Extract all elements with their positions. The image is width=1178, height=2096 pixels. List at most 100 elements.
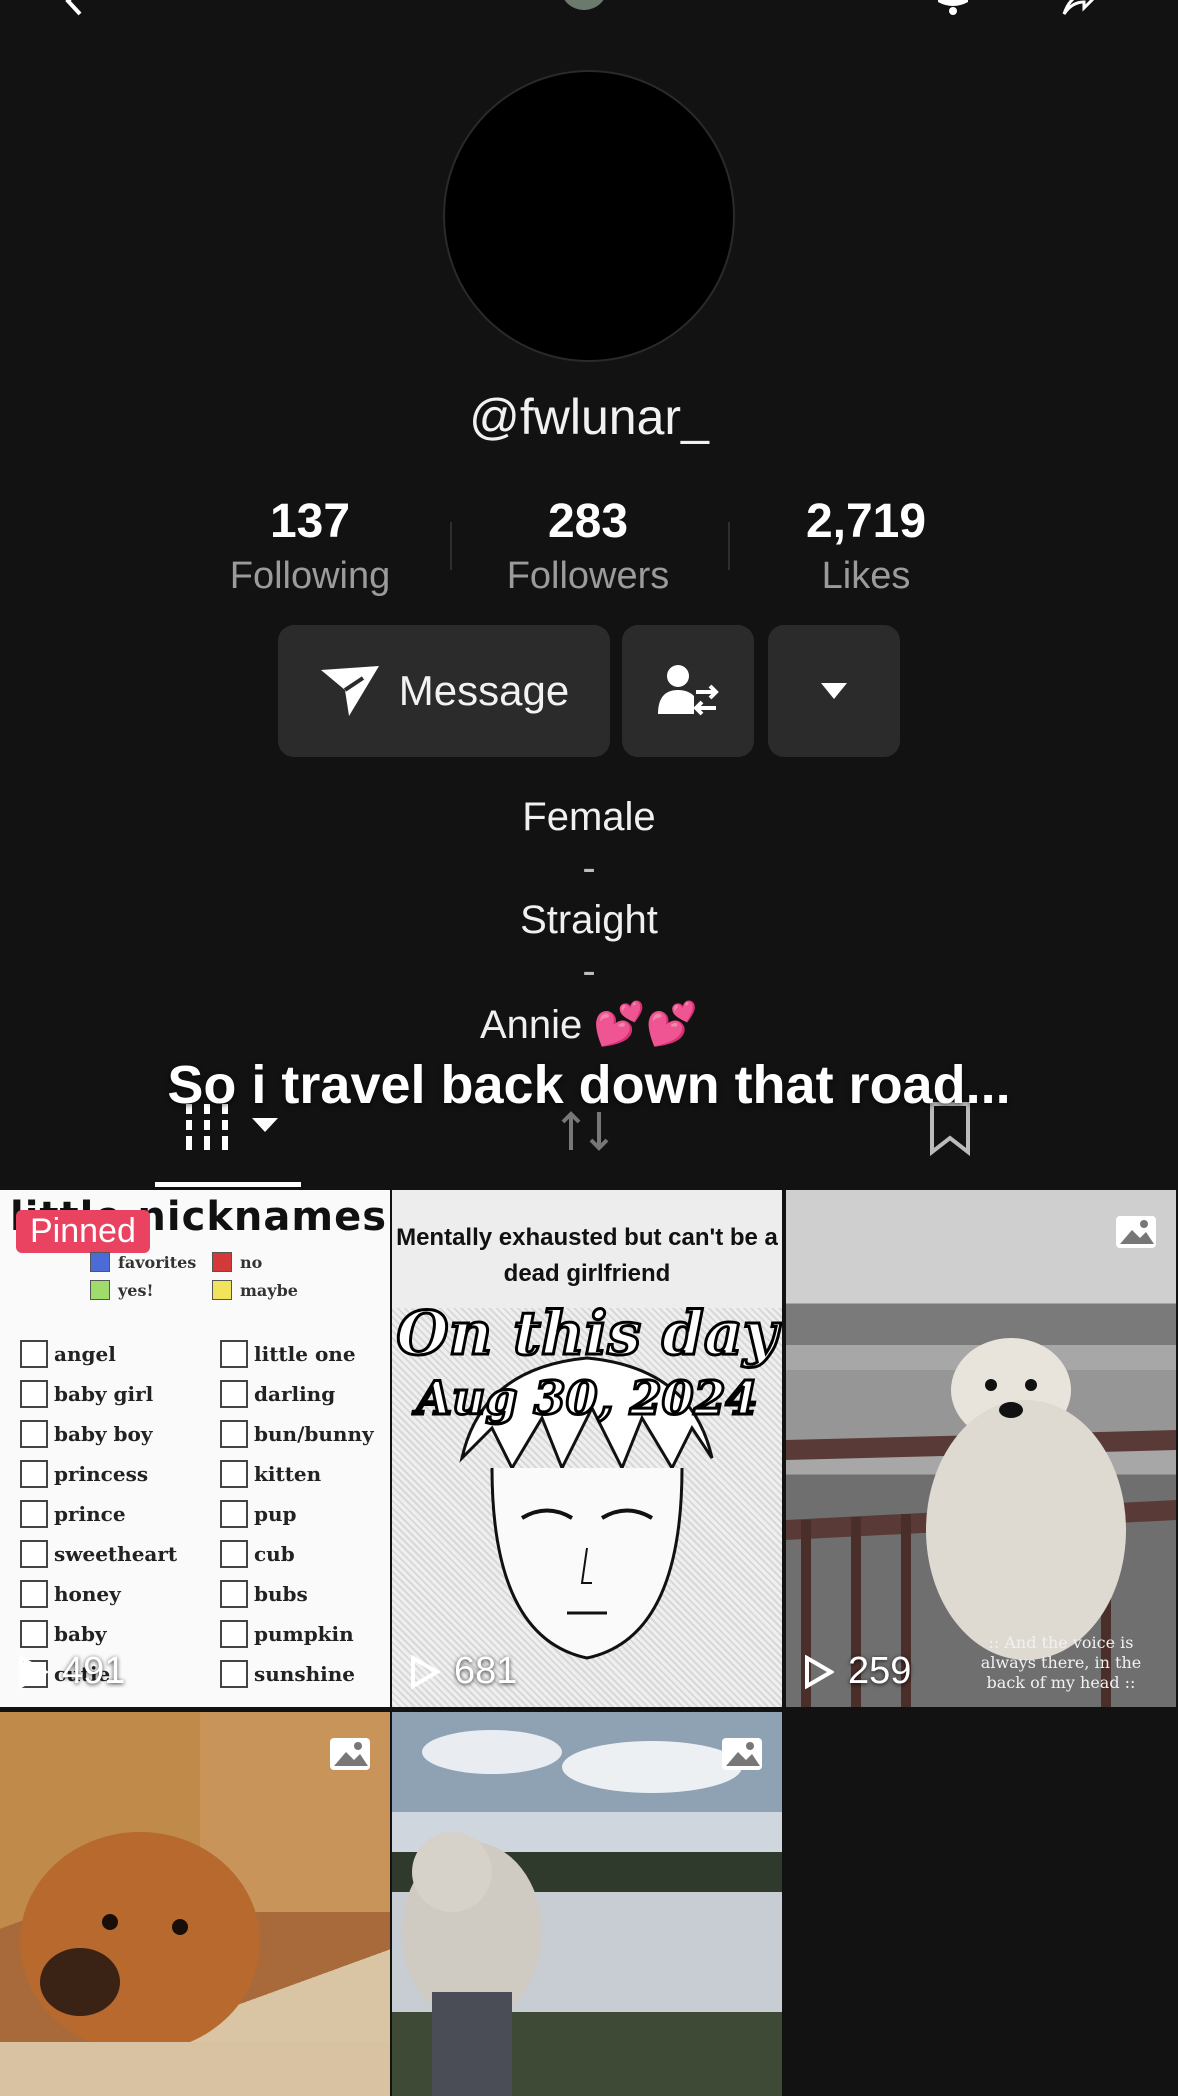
video-tile[interactable]: :: And the voice is always there, in the… [786, 1190, 1176, 1707]
checkbox [220, 1580, 248, 1608]
follow-swap-icon [658, 665, 719, 716]
checkbox [20, 1580, 48, 1608]
stat-divider [728, 522, 730, 570]
stat-likes[interactable]: 2,719 Likes [746, 492, 986, 600]
bio-separator: - [582, 846, 596, 890]
checkbox [20, 1380, 48, 1408]
legend-label: no [240, 1252, 263, 1272]
hearts-emoji: 💕💕 [593, 1000, 699, 1047]
checkbox [20, 1500, 48, 1528]
nickname-label: honey [54, 1582, 121, 1606]
legend-label: favorites [118, 1252, 197, 1272]
legend-swatch [212, 1252, 232, 1272]
back-icon[interactable] [60, 0, 90, 16]
checkbox [20, 1340, 48, 1368]
send-icon [320, 666, 379, 716]
nickname-item: darling [220, 1380, 335, 1408]
profile-avatar[interactable] [443, 70, 735, 362]
legend-label: maybe [240, 1280, 298, 1300]
view-count: 491 [18, 1650, 125, 1693]
stat-followers[interactable]: 283 Followers [468, 492, 708, 600]
message-button[interactable]: Message [278, 625, 610, 757]
pinned-badge: Pinned [16, 1210, 150, 1253]
view-count-value: 491 [62, 1650, 126, 1692]
bio-line-name: Annie 💕💕 [0, 1000, 1178, 1049]
bio-line-orientation: Straight [520, 898, 658, 942]
play-icon [805, 1654, 834, 1689]
follow-status-button[interactable] [622, 625, 754, 757]
likes-label: Likes [821, 555, 911, 597]
more-dropdown-button[interactable] [768, 625, 900, 757]
nickname-label: sweetheart [54, 1542, 178, 1566]
bio-separator: - [582, 949, 596, 993]
view-count: 681 [410, 1650, 517, 1693]
legend-item: favorites [90, 1252, 196, 1272]
checkbox [220, 1460, 248, 1488]
nickname-item: sunshine [220, 1660, 355, 1688]
nickname-label: sunshine [254, 1662, 356, 1686]
nickname-item: honey [20, 1580, 121, 1608]
on-this-day-overlay: On this day Aug 30, 2024 [392, 1298, 782, 1427]
active-tab-indicator [155, 1182, 301, 1187]
notification-icon[interactable] [930, 0, 976, 16]
nickname-item: angel [20, 1340, 116, 1368]
tile-header-text: Mentally exhausted but can't be a dead g… [396, 1224, 778, 1287]
nickname-item: cub [220, 1540, 295, 1568]
image-icon [1116, 1216, 1156, 1248]
nickname-item: kitten [220, 1460, 321, 1488]
nickname-item: pumpkin [220, 1620, 354, 1648]
nickname-label: baby girl [54, 1382, 154, 1406]
nickname-item: bubs [220, 1580, 308, 1608]
bio-line-gender: Female [522, 795, 656, 839]
legend-swatch [212, 1280, 232, 1300]
nickname-item: sweetheart [20, 1540, 177, 1568]
video-tile[interactable]: little nicknames Pinned favorites no yes… [0, 1190, 390, 1707]
nickname-item: baby girl [20, 1380, 153, 1408]
checkbox [220, 1380, 248, 1408]
nickname-label: bubs [254, 1582, 308, 1606]
nickname-label: cub [254, 1542, 295, 1566]
checkbox [220, 1660, 248, 1688]
view-count-value: 259 [848, 1650, 912, 1692]
message-label: Message [398, 667, 570, 714]
dog-photo [786, 1338, 1176, 1707]
checkbox [20, 1460, 48, 1488]
legend-item: maybe [212, 1280, 298, 1300]
legend-item: yes! [90, 1280, 154, 1300]
nickname-item: baby boy [20, 1420, 152, 1448]
image-icon [330, 1738, 370, 1770]
nickname-item: baby [20, 1620, 107, 1648]
checkbox [220, 1500, 248, 1528]
checkbox [220, 1340, 248, 1368]
view-count-value: 681 [454, 1650, 518, 1692]
checkbox [220, 1420, 248, 1448]
dropdown-icon [821, 683, 847, 699]
tile-caption: :: And the voice is always there, in the… [980, 1633, 1142, 1692]
share-icon[interactable] [1060, 0, 1096, 16]
checkbox [20, 1540, 48, 1568]
nickname-label: pumpkin [254, 1622, 354, 1646]
nickname-label: baby boy [54, 1422, 153, 1446]
followers-count: 283 [547, 495, 629, 548]
checkbox [220, 1540, 248, 1568]
view-count: 259 [804, 1650, 911, 1693]
followers-label: Followers [506, 555, 670, 597]
video-tile[interactable]: Mentally exhausted but can't be a dead g… [392, 1190, 782, 1707]
on-this-day-date: Aug 30, 2024 [415, 1370, 759, 1427]
stat-following[interactable]: 137 Following [190, 492, 430, 600]
grid-empty-slot [786, 1712, 1178, 2096]
following-label: Following [229, 555, 391, 597]
nickname-item: prince [20, 1500, 126, 1528]
play-icon [19, 1654, 48, 1689]
nickname-label: kitten [254, 1462, 322, 1486]
checkbox [20, 1620, 48, 1648]
video-tile[interactable] [392, 1712, 782, 2096]
nickname-label: pup [254, 1502, 297, 1526]
overlay-caption: So i travel back down that road... [167, 1055, 1011, 1115]
top-bar [0, 0, 1178, 30]
username: @fwlunar_ [469, 389, 709, 445]
legend-swatch [90, 1252, 110, 1272]
likes-count: 2,719 [805, 495, 927, 548]
nickname-label: princess [54, 1462, 149, 1486]
video-tile[interactable] [0, 1712, 390, 2096]
